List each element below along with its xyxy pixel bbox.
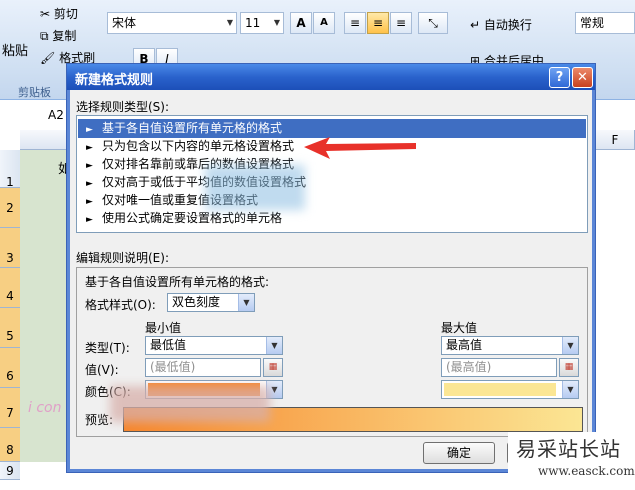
font-size-value: 11: [245, 16, 261, 30]
type-label: 类型(T):: [85, 341, 130, 355]
watermark-site-name: 易采站长站: [516, 437, 621, 461]
align-middle-icon: ≡: [372, 16, 384, 30]
dialog-title: 新建格式规则: [75, 73, 154, 88]
chevron-down-icon: ▼: [562, 337, 578, 354]
watermark-url: www.easck.com: [538, 464, 635, 478]
font-size-select[interactable]: 11 ▼: [240, 12, 284, 34]
triangle-right-icon: ►: [86, 215, 93, 225]
cell-picker-icon[interactable]: ▦: [559, 358, 579, 377]
number-format-value: 常规: [580, 16, 605, 30]
row-header-1[interactable]: 1: [0, 150, 20, 189]
min-header: 最小值: [145, 321, 182, 335]
cut-button[interactable]: ✂ 剪切: [40, 5, 78, 22]
brush-icon: 🖌: [40, 51, 56, 65]
chevron-down-icon: ▼: [266, 337, 282, 354]
copy-label: 复制: [52, 29, 77, 43]
help-button[interactable]: ?: [549, 67, 570, 88]
align-bottom-icon: ≡: [395, 16, 407, 30]
cell-picker-icon[interactable]: ▦: [263, 358, 283, 377]
min-value-input[interactable]: (最低值): [145, 358, 261, 377]
font-name-select[interactable]: 宋体 ▼: [107, 12, 237, 34]
font-name-value: 宋体: [112, 16, 137, 30]
align-bottom-button[interactable]: ≡: [390, 12, 412, 34]
rule-type-label: 使用公式确定要设置格式的单元格: [102, 211, 283, 225]
grow-font-button[interactable]: A: [290, 12, 312, 34]
copy-icon: ⧉: [40, 29, 49, 43]
format-style-select[interactable]: 双色刻度 ▼: [167, 293, 255, 312]
max-header: 最大值: [441, 321, 478, 335]
edit-heading: 基于各自值设置所有单元格的格式:: [85, 275, 270, 289]
column-header-f[interactable]: F: [596, 130, 635, 150]
row-header-7[interactable]: 7: [0, 388, 20, 428]
copy-button[interactable]: ⧉ 复制: [40, 27, 76, 44]
row-header-9[interactable]: 9: [0, 462, 20, 480]
row-header-4[interactable]: 4: [0, 268, 20, 308]
orientation-icon: ⤡: [428, 16, 438, 30]
watermark-overlay-text: i con: [28, 400, 62, 416]
max-value-input[interactable]: (最高值): [441, 358, 557, 377]
row-header-3[interactable]: 3: [0, 228, 20, 268]
orientation-button[interactable]: ⤡: [418, 12, 448, 34]
rule-type-item[interactable]: ► 仅对高于或低于平均值的数值设置格式: [78, 173, 586, 192]
wrap-text-label: 自动换行: [483, 18, 532, 32]
number-format-select[interactable]: 常规: [575, 12, 635, 34]
max-type-select[interactable]: 最高值 ▼: [441, 336, 579, 355]
column-header-a[interactable]: [20, 130, 68, 150]
rule-type-label: 基于各自值设置所有单元格的格式: [102, 121, 283, 135]
min-type-select[interactable]: 最低值 ▼: [145, 336, 283, 355]
wrap-text-icon: ↵: [470, 18, 481, 32]
value-label: 值(V):: [85, 363, 119, 377]
dialog-titlebar[interactable]: 新建格式规则 ? ✕: [67, 64, 595, 90]
max-color-select[interactable]: ▼: [441, 380, 579, 399]
format-style-label: 格式样式(O):: [85, 298, 156, 312]
align-top-icon: ≡: [349, 16, 361, 30]
rule-type-item[interactable]: ► 仅对唯一值或重复值设置格式: [78, 191, 586, 210]
clipboard-group-label: 剪贴板: [18, 86, 51, 99]
min-type-value: 最低值: [150, 338, 187, 352]
edit-rule-label: 编辑规则说明(E):: [76, 251, 169, 265]
format-style-value: 双色刻度: [172, 295, 221, 309]
row-header-6[interactable]: 6: [0, 348, 20, 388]
max-color-swatch: [444, 383, 556, 396]
blurred-overlay: [110, 386, 270, 422]
align-top-button[interactable]: ≡: [344, 12, 366, 34]
chevron-down-icon: ▼: [273, 18, 280, 27]
name-box[interactable]: A2: [48, 108, 64, 122]
scissors-icon: ✂: [40, 7, 51, 21]
shrink-font-button[interactable]: A: [313, 12, 335, 34]
select-rule-type-label: 选择规则类型(S):: [76, 100, 170, 114]
chevron-down-icon: ▼: [562, 381, 578, 398]
wrap-text-button[interactable]: ↵ 自动换行: [470, 16, 532, 33]
row-header-5[interactable]: 5: [0, 308, 20, 348]
paste-button[interactable]: 粘贴: [2, 40, 28, 59]
max-type-value: 最高值: [446, 338, 483, 352]
rule-type-item[interactable]: ► 使用公式确定要设置格式的单元格: [78, 209, 586, 228]
close-button[interactable]: ✕: [572, 67, 593, 88]
chevron-down-icon: ▼: [226, 18, 233, 27]
red-arrow-annotation: [304, 137, 416, 159]
rule-type-label: 只为包含以下内容的单元格设置格式: [102, 139, 295, 153]
ok-button[interactable]: 确定: [423, 442, 495, 464]
row-header-2[interactable]: 2: [0, 188, 20, 228]
cut-label: 剪切: [53, 7, 78, 21]
preview-label: 预览:: [85, 413, 114, 427]
align-middle-button[interactable]: ≡: [367, 12, 389, 34]
row-header-8[interactable]: 8: [0, 428, 20, 462]
blurred-logo-overlay: [205, 165, 305, 210]
chevron-down-icon: ▼: [238, 294, 254, 311]
